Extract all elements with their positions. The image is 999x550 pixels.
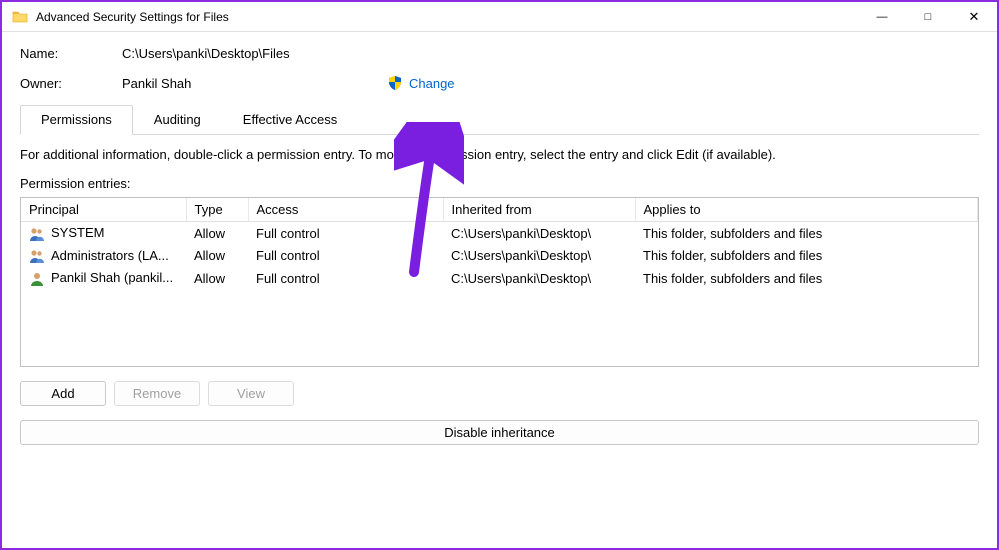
maximize-button[interactable]: □ (905, 2, 951, 31)
remove-button: Remove (114, 381, 200, 406)
cell-applies: This folder, subfolders and files (635, 267, 978, 290)
permission-entries-grid[interactable]: Principal Type Access Inherited from App… (20, 197, 979, 367)
principal-text: Pankil Shah (pankil... (51, 270, 173, 285)
table-row[interactable]: Administrators (LA... AllowFull controlC:… (21, 245, 978, 268)
change-owner-link[interactable]: Change (409, 76, 455, 91)
table-row[interactable]: Pankil Shah (pankil... AllowFull controlC… (21, 267, 978, 290)
cell-inherited: C:\Users\panki\Desktop\ (443, 267, 635, 290)
col-inherited[interactable]: Inherited from (443, 198, 635, 222)
content-area: Name: C:\Users\panki\Desktop\Files Owner… (2, 32, 997, 445)
cell-access: Full control (248, 222, 443, 245)
inheritance-actions: Disable inheritance (20, 420, 979, 445)
name-row: Name: C:\Users\panki\Desktop\Files (20, 46, 979, 61)
window-title: Advanced Security Settings for Files (36, 10, 859, 24)
grid-header-row: Principal Type Access Inherited from App… (21, 198, 978, 222)
name-value: C:\Users\panki\Desktop\Files (122, 46, 290, 61)
disable-inheritance-button[interactable]: Disable inheritance (20, 420, 979, 445)
add-button[interactable]: Add (20, 381, 106, 406)
name-label: Name: (20, 46, 122, 61)
tab-strip: Permissions Auditing Effective Access (20, 105, 979, 135)
col-access[interactable]: Access (248, 198, 443, 222)
cell-type: Allow (186, 245, 248, 268)
cell-principal: SYSTEM (21, 222, 186, 245)
entry-actions: Add Remove View (20, 381, 979, 406)
tab-description: For additional information, double-click… (20, 147, 979, 162)
tab-auditing[interactable]: Auditing (133, 105, 222, 134)
minimize-button[interactable]: — (859, 2, 905, 31)
cell-principal: Administrators (LA... (21, 245, 186, 268)
close-button[interactable]: ✕ (951, 2, 997, 31)
view-button: View (208, 381, 294, 406)
user-icon (29, 271, 45, 287)
cell-access: Full control (248, 245, 443, 268)
folder-icon (12, 9, 28, 25)
group-icon (29, 226, 45, 242)
col-type[interactable]: Type (186, 198, 248, 222)
tab-effective-access[interactable]: Effective Access (222, 105, 358, 134)
principal-text: SYSTEM (51, 225, 104, 240)
cell-access: Full control (248, 267, 443, 290)
cell-type: Allow (186, 267, 248, 290)
entries-label: Permission entries: (20, 176, 979, 191)
owner-value: Pankil Shah (122, 76, 387, 91)
cell-inherited: C:\Users\panki\Desktop\ (443, 222, 635, 245)
uac-shield-icon (387, 75, 403, 91)
cell-type: Allow (186, 222, 248, 245)
window-controls: — □ ✕ (859, 2, 997, 31)
table-row[interactable]: SYSTEM AllowFull controlC:\Users\panki\De… (21, 222, 978, 245)
principal-text: Administrators (LA... (51, 248, 169, 263)
cell-principal: Pankil Shah (pankil... (21, 267, 186, 290)
owner-row: Owner: Pankil Shah Change (20, 75, 979, 91)
title-bar: Advanced Security Settings for Files — □… (2, 2, 997, 32)
cell-inherited: C:\Users\panki\Desktop\ (443, 245, 635, 268)
cell-applies: This folder, subfolders and files (635, 222, 978, 245)
owner-label: Owner: (20, 76, 122, 91)
cell-applies: This folder, subfolders and files (635, 245, 978, 268)
col-applies[interactable]: Applies to (635, 198, 978, 222)
group-icon (29, 248, 45, 264)
col-principal[interactable]: Principal (21, 198, 186, 222)
tab-permissions[interactable]: Permissions (20, 105, 133, 135)
